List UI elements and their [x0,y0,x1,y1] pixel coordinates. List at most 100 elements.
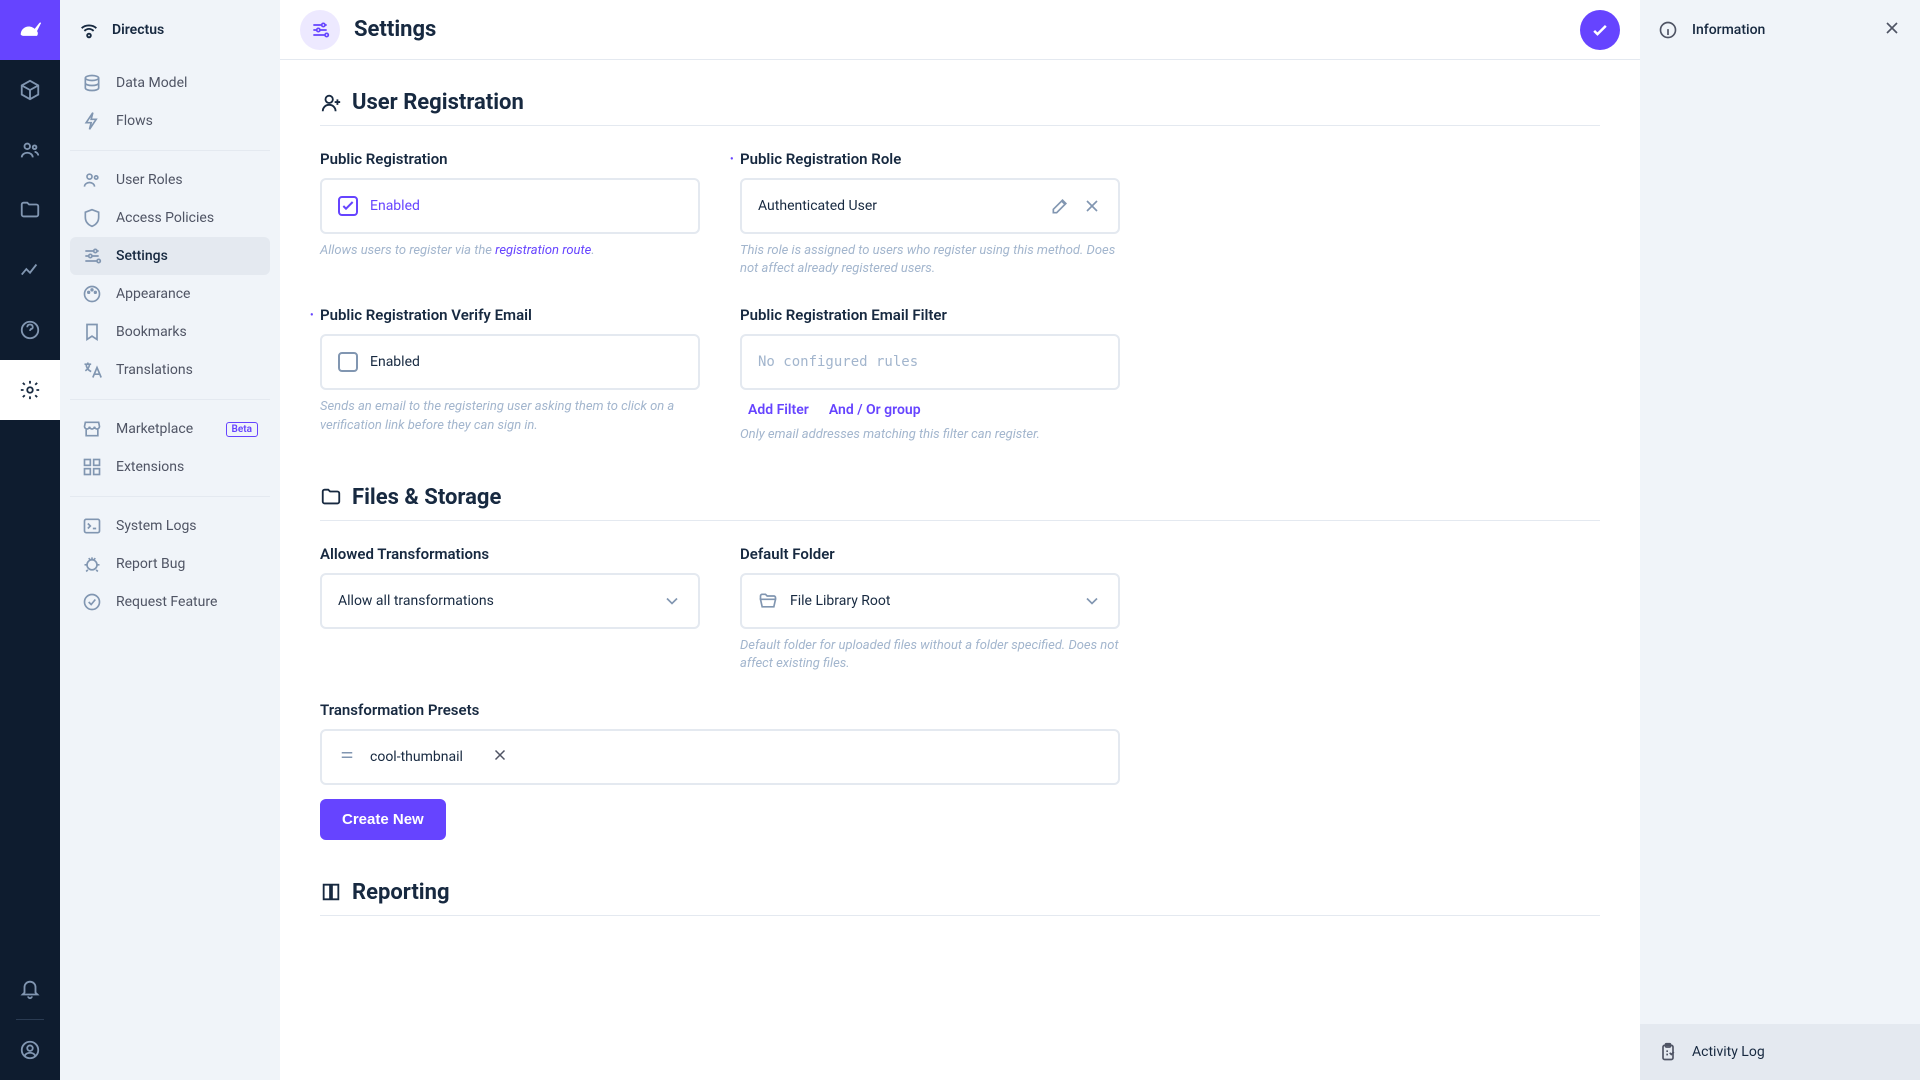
notifications-button[interactable] [0,959,60,1019]
registration-route-link[interactable]: registration route [495,243,591,258]
nav-request-feature[interactable]: Request Feature [70,583,270,621]
bolt-icon [82,111,102,131]
nav-label: Settings [116,248,168,264]
nav-system-logs[interactable]: System Logs [70,507,270,545]
field-public-registration: Public Registration Enabled Allows users… [320,150,700,278]
feature-icon [82,592,102,612]
nav-header[interactable]: Directus [60,0,280,60]
filter-placeholder: No configured rules [758,354,918,370]
header-icon [300,10,340,50]
module-help[interactable] [0,300,60,360]
nav-marketplace[interactable]: MarketplaceBeta [70,410,270,448]
main: Settings User Registration Public Regist… [280,0,1640,1080]
field-transformation-presets: Transformation Presets cool-thumbnail Cr… [320,701,1120,840]
sliders-icon [310,20,330,40]
field-hint: Default folder for uploaded files withou… [740,637,1120,673]
nav-label: User Roles [116,172,183,188]
database-icon [82,73,102,93]
module-users[interactable] [0,120,60,180]
close-sidebar-button[interactable] [1882,18,1902,42]
field-default-folder: Default Folder File Library Root Default… [740,545,1120,673]
transformations-select[interactable]: Allow all transformations [320,573,700,629]
nav-bookmarks[interactable]: Bookmarks [70,313,270,351]
nav-access-policies[interactable]: Access Policies [70,199,270,237]
checkbox-public-registration[interactable]: Enabled [320,178,700,234]
nav-label: Bookmarks [116,324,187,340]
nav-label: Marketplace [116,421,193,437]
sliders-icon [82,246,102,266]
checkbox-verify-email[interactable]: Enabled [320,334,700,390]
preset-row[interactable]: cool-thumbnail [320,729,1120,785]
nav-label: Appearance [116,286,190,302]
remove-preset-icon[interactable] [491,746,509,768]
default-folder-select[interactable]: File Library Root [740,573,1120,629]
page-title: Settings [354,17,436,42]
nav-flows[interactable]: Flows [70,102,270,140]
add-filter-link[interactable]: Add Filter [748,402,809,418]
bug-icon [82,554,102,574]
field-hint: Allows users to register via the registr… [320,242,700,260]
module-settings[interactable] [0,360,60,420]
nav-label: Access Policies [116,210,214,226]
nav-appearance[interactable]: Appearance [70,275,270,313]
activity-log-button[interactable]: Activity Log [1640,1024,1920,1080]
and-or-group-link[interactable]: And / Or group [829,402,921,418]
nav-data-model[interactable]: Data Model [70,64,270,102]
chevron-down-icon [1082,591,1102,611]
section-files-storage: Files & Storage [320,485,1600,521]
nav-label: System Logs [116,518,197,534]
field-label: Public Registration Verify Email [320,306,700,324]
info-icon [1658,20,1678,40]
module-content[interactable] [0,60,60,120]
module-insights[interactable] [0,240,60,300]
nav-translations[interactable]: Translations [70,351,270,389]
checkbox-label: Enabled [370,198,420,214]
email-filter-box[interactable]: No configured rules [740,334,1120,390]
check-icon [1590,20,1610,40]
field-label: Public Registration [320,150,700,168]
nav-label: Flows [116,113,153,129]
user-circle-icon [19,1039,41,1061]
field-email-filter: Public Registration Email Filter No conf… [740,306,1120,444]
save-button[interactable] [1580,10,1620,50]
folder-open-icon [758,591,778,611]
select-value: File Library Root [790,593,890,609]
gear-icon [19,379,41,401]
chart-icon [19,259,41,281]
clipboard-icon [1658,1042,1678,1062]
preset-name: cool-thumbnail [370,749,463,765]
role-value: Authenticated User [758,198,877,214]
drag-handle-icon[interactable] [338,746,356,768]
field-label: Default Folder [740,545,1120,563]
group-icon [82,170,102,190]
section-title-text: Reporting [352,880,450,905]
checkbox-label: Enabled [370,354,420,370]
section-user-registration: User Registration [320,90,1600,126]
nav-report-bug[interactable]: Report Bug [70,545,270,583]
store-icon [82,419,102,439]
section-reporting: Reporting [320,880,1600,916]
terminal-icon [82,516,102,536]
nav-extensions[interactable]: Extensions [70,448,270,486]
field-verify-email: Public Registration Verify Email Enabled… [320,306,700,444]
nav-settings[interactable]: Settings [70,237,270,275]
shield-icon [82,208,102,228]
create-preset-button[interactable]: Create New [320,799,446,840]
module-files[interactable] [0,180,60,240]
right-header: Information [1640,0,1920,60]
checkbox-icon [338,352,358,372]
translate-icon [82,360,102,380]
nav-user-roles[interactable]: User Roles [70,161,270,199]
logo[interactable] [0,0,60,60]
box-icon [19,79,41,101]
edit-icon[interactable] [1050,196,1070,216]
clear-icon[interactable] [1082,196,1102,216]
field-hint: Only email addresses matching this filte… [740,426,1120,444]
field-public-registration-role: Public Registration Role Authenticated U… [740,150,1120,278]
wifi-icon [78,19,100,41]
content: User Registration Public Registration En… [280,60,1640,1080]
role-selector[interactable]: Authenticated User [740,178,1120,234]
section-title-text: Files & Storage [352,485,501,510]
field-allowed-transformations: Allowed Transformations Allow all transf… [320,545,700,673]
account-button[interactable] [0,1020,60,1080]
